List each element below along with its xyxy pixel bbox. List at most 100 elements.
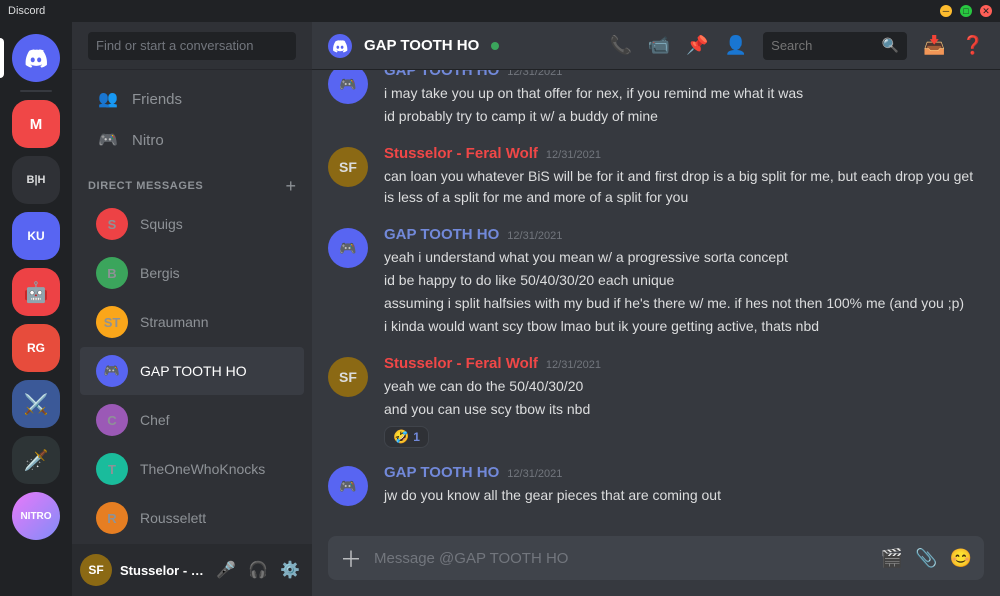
server-list: M B|H KU 🤖 RG ⚔️ 🗡️ NITRO (0, 22, 72, 596)
sidebar-item-friends[interactable]: 👥 Friends (80, 79, 304, 119)
server-icon-robot[interactable]: 🤖 (12, 268, 60, 316)
server-icon-bh[interactable]: B|H (12, 156, 60, 204)
discord-logo-icon (24, 46, 48, 70)
add-member-button[interactable]: 👤 (725, 35, 747, 56)
channel-name: GAP TOOTH HO (364, 37, 479, 54)
reaction-count: 1 (413, 430, 420, 444)
msg-content: Stusselor - Feral Wolf 12/31/2021 can lo… (384, 145, 984, 210)
dm-section-header: DIRECT MESSAGES + (72, 161, 312, 199)
chat-input-area: ＋ 🎬 📎 😊 (312, 536, 1000, 596)
header-search-box[interactable]: 🔍 (763, 32, 907, 60)
server-icon-dragon[interactable]: 🗡️ (12, 436, 60, 484)
dm-item-theone[interactable]: T TheOneWhoKnocks (80, 445, 304, 493)
channel-avatar (328, 34, 352, 58)
server-icon-rg[interactable]: RG (12, 324, 60, 372)
discord-sm-icon (332, 39, 348, 53)
mute-button[interactable]: 🎤 (212, 556, 240, 584)
user-avatar: SF (80, 554, 112, 586)
message-group: SF Stusselor - Feral Wolf 12/31/2021 can… (312, 141, 1000, 214)
input-actions: 🎬 📎 😊 (881, 548, 972, 569)
dm-name-theone: TheOneWhoKnocks (140, 461, 265, 477)
call-button[interactable]: 📞 (609, 35, 631, 56)
maximize-button[interactable]: □ (960, 5, 972, 17)
msg-header: GAP TOOTH HO 12/31/2021 (384, 226, 984, 243)
chat-header: GAP TOOTH HO 📞 📹 📌 👤 🔍 📥 ❓ (312, 22, 1000, 70)
dm-name-rousselett: Rousselett (140, 510, 206, 526)
friends-icon: 👥 (96, 87, 120, 111)
title-bar: Discord ─ □ ✕ (0, 0, 1000, 22)
msg-text: i may take you up on that offer for nex,… (384, 83, 984, 127)
msg-text: yeah i understand what you mean w/ a pro… (384, 247, 984, 337)
dm-item-bergis[interactable]: B Bergis (80, 249, 304, 297)
active-pill (0, 38, 4, 78)
dm-name-straumann: Straumann (140, 314, 208, 330)
server-icon-sword[interactable]: ⚔️ (12, 380, 60, 428)
dm-avatar-bergis: B (96, 257, 128, 289)
message-input[interactable] (374, 538, 869, 579)
chat-input-box: ＋ 🎬 📎 😊 (328, 536, 984, 580)
file-upload-button[interactable]: 📎 (915, 548, 937, 569)
search-icon: 🔍 (882, 37, 899, 54)
dm-item-gaptooth[interactable]: 🎮 GAP TOOTH HO (80, 347, 304, 395)
msg-content: GAP TOOTH HO 12/31/2021 jw do you know a… (384, 464, 984, 508)
messages-container[interactable]: SF Stusselor - Feral Wolf 12/31/2021 no … (312, 70, 1000, 536)
server-icon-nitro[interactable]: NITRO (12, 492, 60, 540)
header-actions: 📞 📹 📌 👤 🔍 📥 ❓ (609, 32, 984, 60)
dm-avatar-gaptooth: 🎮 (96, 355, 128, 387)
dm-item-straumann[interactable]: ST Straumann (80, 298, 304, 346)
dm-avatar-straumann: ST (96, 306, 128, 338)
msg-avatar: SF (328, 357, 368, 397)
msg-text: jw do you know all the gear pieces that … (384, 485, 984, 506)
msg-header: Stusselor - Feral Wolf 12/31/2021 (384, 145, 984, 162)
msg-author: Stusselor - Feral Wolf (384, 355, 538, 372)
deafen-button[interactable]: 🎧 (244, 556, 272, 584)
dm-name-gaptooth: GAP TOOTH HO (140, 363, 247, 379)
msg-header: Stusselor - Feral Wolf 12/31/2021 (384, 355, 984, 372)
dm-add-button[interactable]: + (285, 177, 296, 195)
user-controls: 🎤 🎧 ⚙️ (212, 556, 304, 584)
sidebar-item-nitro[interactable]: 🎮 Nitro (80, 120, 304, 160)
server-icon-m[interactable]: M (12, 100, 60, 148)
msg-content: Stusselor - Feral Wolf 12/31/2021 yeah w… (384, 355, 984, 448)
channel-sidebar: Find or start a conversation 👥 Friends 🎮… (72, 22, 312, 596)
dm-item-squigs[interactable]: S Squigs (80, 200, 304, 248)
reaction[interactable]: 🤣 1 (384, 426, 429, 448)
msg-timestamp: 12/31/2021 (546, 149, 601, 161)
video-button[interactable]: 📹 (648, 35, 670, 56)
msg-content: GAP TOOTH HO 12/31/2021 i may take you u… (384, 70, 984, 129)
msg-avatar: 🎮 (328, 228, 368, 268)
reaction-emoji: 🤣 (393, 429, 409, 445)
pin-button[interactable]: 📌 (686, 35, 708, 56)
server-icon-ku[interactable]: KU (12, 212, 60, 260)
dm-item-rousselett[interactable]: R Rousselett (80, 494, 304, 542)
header-search-input[interactable] (771, 38, 876, 53)
app-body: M B|H KU 🤖 RG ⚔️ 🗡️ NITRO (0, 22, 1000, 596)
dm-name-chef: Chef (140, 412, 170, 428)
msg-timestamp: 12/31/2021 (546, 359, 601, 371)
inbox-button[interactable]: 📥 (923, 35, 945, 56)
dm-search-box[interactable]: Find or start a conversation (88, 32, 296, 60)
dm-avatar-theone: T (96, 453, 128, 485)
help-button[interactable]: ❓ (962, 35, 984, 56)
chat-area: GAP TOOTH HO 📞 📹 📌 👤 🔍 📥 ❓ SF (312, 22, 1000, 596)
dm-avatar-chef: C (96, 404, 128, 436)
gif-button[interactable]: 🎬 (881, 548, 903, 569)
nitro-label: Nitro (132, 132, 164, 149)
msg-author: GAP TOOTH HO (384, 70, 499, 79)
dm-name-bergis: Bergis (140, 265, 180, 281)
server-icon-home[interactable] (12, 34, 60, 82)
attach-button[interactable]: ＋ (340, 542, 362, 574)
minimize-button[interactable]: ─ (940, 5, 952, 17)
message-group: SF Stusselor - Feral Wolf 12/31/2021 yea… (312, 351, 1000, 452)
msg-author: Stusselor - Feral Wolf (384, 145, 538, 162)
msg-timestamp: 12/31/2021 (507, 468, 562, 480)
close-button[interactable]: ✕ (980, 5, 992, 17)
settings-button[interactable]: ⚙️ (276, 556, 304, 584)
msg-avatar: SF (328, 147, 368, 187)
dm-avatar-rousselett: R (96, 502, 128, 534)
msg-text: can loan you whatever BiS will be for it… (384, 166, 984, 208)
msg-avatar: 🎮 (328, 466, 368, 506)
user-info: Stusselor - F... (120, 563, 204, 578)
dm-item-chef[interactable]: C Chef (80, 396, 304, 444)
emoji-button[interactable]: 😊 (950, 548, 972, 569)
